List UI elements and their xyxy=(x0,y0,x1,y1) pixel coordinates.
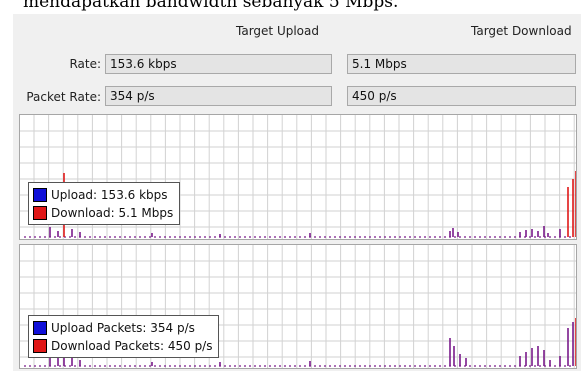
legend-download-label: Download: xyxy=(51,206,115,220)
legend-upload-packets-value: 354 p/s xyxy=(150,321,195,335)
download-color-swatch xyxy=(33,206,47,220)
packet-rate-download-field[interactable]: 450 p/s xyxy=(347,86,576,106)
packet-rate-label: Packet Rate: xyxy=(26,90,101,104)
legend-upload-value: 153.6 kbps xyxy=(100,188,168,202)
upload-packets-color-swatch xyxy=(33,321,47,335)
caption-text: mendapatkan bandwidth sebanyak 5 Mbps. xyxy=(23,0,399,12)
upload-color-swatch xyxy=(33,188,47,202)
rate-download-field[interactable]: 5.1 Mbps xyxy=(347,54,576,74)
target-upload-header: Target Upload xyxy=(236,24,319,38)
packet-rate-upload-field[interactable]: 354 p/s xyxy=(105,86,332,106)
legend-item-upload-packets: Upload Packets: 354 p/s xyxy=(33,319,212,337)
legend-download-packets-value: 450 p/s xyxy=(167,339,213,353)
legend-upload-packets-label: Upload Packets: xyxy=(51,321,147,335)
rate-label: Rate: xyxy=(69,57,101,71)
legend-download-value: 5.1 Mbps xyxy=(118,206,174,220)
traffic-panel: Target Upload Target Download Rate: 153.… xyxy=(13,14,581,371)
packets-legend: Upload Packets: 354 p/s Download Packets… xyxy=(28,315,220,358)
legend-item-download: Download: 5.1 Mbps xyxy=(33,204,173,222)
download-packets-color-swatch xyxy=(33,339,47,353)
legend-download-packets-label: Download Packets: xyxy=(51,339,165,353)
legend-item-download-packets: Download Packets: 450 p/s xyxy=(33,337,212,355)
legend-upload-label: Upload: xyxy=(51,188,98,202)
traffic-legend: Upload: 153.6 kbps Download: 5.1 Mbps xyxy=(28,182,181,225)
traffic-graph: Upload: 153.6 kbps Download: 5.1 Mbps xyxy=(19,114,577,240)
packets-graph: Upload Packets: 354 p/s Download Packets… xyxy=(19,244,577,369)
rate-upload-field[interactable]: 153.6 kbps xyxy=(105,54,332,74)
target-download-header: Target Download xyxy=(471,24,572,38)
legend-item-upload: Upload: 153.6 kbps xyxy=(33,186,173,204)
